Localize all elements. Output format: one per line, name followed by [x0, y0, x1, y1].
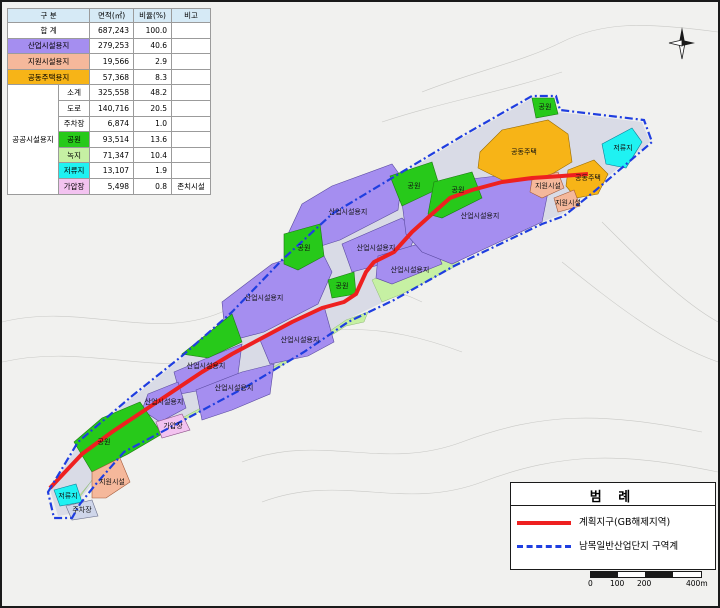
- table-row: 공동주택용지 57,368 8.3: [6, 68, 211, 86]
- legend-title: 범 례: [589, 490, 637, 505]
- label-industrial-9: 산업시설용지: [461, 211, 500, 220]
- label-park-1: 공원: [98, 437, 111, 446]
- scale-label: 400m: [686, 579, 708, 588]
- label-industrial-7: 산업시설용지: [357, 243, 396, 252]
- north-arrow-icon: [668, 27, 695, 60]
- row-ratio: 10.4: [133, 146, 173, 164]
- label-industrial-8: 산업시설용지: [391, 265, 430, 274]
- row-label: 가압장: [57, 177, 91, 195]
- label-industrial-1: 산업시설용지: [329, 207, 368, 216]
- scale-label: 200: [637, 579, 652, 588]
- legend-swatch-red-line: [517, 521, 571, 525]
- table-row: 산업시설용지 279,253 40.6: [6, 37, 211, 55]
- label-parking: 주차장: [72, 505, 92, 514]
- label-reservoir-1: 저류지: [613, 143, 632, 152]
- row-note: 존치시설: [171, 177, 211, 195]
- row-note: [171, 146, 211, 164]
- map-frame: 산업시설용지 산업시설용지 산업시설용지 산업시설용지 산업시설용지 산업시설용…: [0, 0, 720, 608]
- label-park-3: 공원: [408, 181, 421, 190]
- row-label: 녹지: [57, 146, 91, 164]
- scale-label: 100: [610, 579, 625, 588]
- label-industrial-2: 산업시설용지: [245, 293, 284, 302]
- row-note: [171, 84, 211, 101]
- legend-swatch-blue-dash: [517, 545, 571, 548]
- header-ratio: 비율(%): [133, 8, 173, 23]
- label-park-5: 공원: [452, 185, 465, 194]
- scale-bar: 0 100 200 400m: [582, 569, 714, 599]
- legend-label: 남목일반산업단지 구역계: [579, 541, 679, 552]
- label-apartment-2: 공동주택: [575, 173, 601, 182]
- row-label: 주차장: [57, 115, 91, 133]
- row-area: 279,253: [89, 37, 135, 55]
- row-ratio: 2.9: [133, 53, 173, 70]
- legend-item-gb: 계획지구(GB해제지역): [517, 515, 709, 531]
- row-area: 6,874: [89, 115, 135, 133]
- row-area: 93,514: [89, 131, 135, 148]
- scale-segment: [591, 572, 618, 577]
- row-label: 도로: [57, 99, 91, 117]
- row-area: 19,566: [89, 53, 135, 70]
- row-area: 71,347: [89, 146, 135, 164]
- row-note: [171, 131, 211, 148]
- label-industrial-3: 산업시설용지: [281, 335, 320, 344]
- row-ratio: 1.9: [133, 162, 173, 179]
- row-note: [171, 37, 211, 55]
- label-support-1: 지원시설: [535, 181, 561, 190]
- public-group-label: 공공시설용지: [7, 84, 59, 195]
- label-pressure-station: 가압장: [163, 421, 183, 430]
- row-area: 5,498: [89, 177, 135, 195]
- row-note: [171, 22, 211, 39]
- map-legend: 범 례 계획지구(GB해제지역) 남목일반산업단지 구역계: [510, 482, 716, 570]
- row-area: 13,107: [89, 162, 135, 179]
- label-industrial-4: 산업시설용지: [187, 361, 226, 370]
- row-area: 325,558: [89, 84, 135, 101]
- row-ratio: 1.0: [133, 115, 173, 133]
- scale-segment: [645, 572, 673, 577]
- label-reservoir-2: 저류지: [58, 491, 77, 500]
- legend-item-boundary: 남목일반산업단지 구역계: [517, 539, 709, 555]
- header-area: 면적(㎡): [89, 8, 135, 23]
- row-label: 지원시설용지: [6, 53, 91, 70]
- row-label: 소계: [57, 84, 91, 101]
- row-ratio: 48.2: [133, 84, 173, 101]
- land-use-table: 구 분 면적(㎡) 비율(%) 비고 합 계 687,243 100.0 산업시…: [6, 8, 211, 195]
- label-industrial-6: 산업시설용지: [145, 397, 184, 406]
- scale-bar-graphic: [590, 571, 702, 578]
- row-area: 57,368: [89, 68, 135, 86]
- label-industrial-5: 산업시설용지: [215, 383, 254, 392]
- row-area: 687,243: [89, 22, 135, 39]
- row-ratio: 20.5: [133, 99, 173, 117]
- header-category: 구 분: [6, 8, 91, 23]
- row-ratio: 100.0: [133, 22, 173, 39]
- row-note: [171, 115, 211, 133]
- label-support-3: 지원시설: [99, 477, 125, 486]
- row-label: 산업시설용지: [6, 37, 91, 55]
- row-ratio: 0.8: [133, 177, 173, 195]
- legend-label: 계획지구(GB해제지역): [579, 517, 671, 528]
- row-area: 140,716: [89, 99, 135, 117]
- row-label: 공동주택용지: [6, 68, 91, 86]
- row-label: 합 계: [6, 22, 91, 39]
- label-park-2: 공원: [298, 243, 311, 252]
- table-row: 공공시설용지 소계 325,558 48.2: [7, 84, 211, 195]
- row-label: 저류지: [57, 162, 91, 179]
- row-ratio: 8.3: [133, 68, 173, 86]
- scale-label: 0: [588, 579, 593, 588]
- row-ratio: 13.6: [133, 131, 173, 148]
- row-ratio: 40.6: [133, 37, 173, 55]
- table-row: 합 계 687,243 100.0: [6, 22, 211, 39]
- label-support-2: 지원시설: [555, 198, 581, 207]
- label-park-4: 공원: [336, 281, 349, 290]
- row-label: 공원: [57, 131, 91, 148]
- header-note: 비고: [171, 8, 211, 23]
- label-apartment-1: 공동주택: [511, 147, 537, 156]
- legend-divider: [511, 505, 715, 506]
- table-header-row: 구 분 면적(㎡) 비율(%) 비고: [6, 8, 211, 23]
- row-note: [171, 68, 211, 86]
- row-note: [171, 53, 211, 70]
- label-park-6: 공원: [539, 102, 552, 111]
- row-note: [171, 162, 211, 179]
- row-note: [171, 99, 211, 117]
- table-row: 지원시설용지 19,566 2.9: [6, 53, 211, 70]
